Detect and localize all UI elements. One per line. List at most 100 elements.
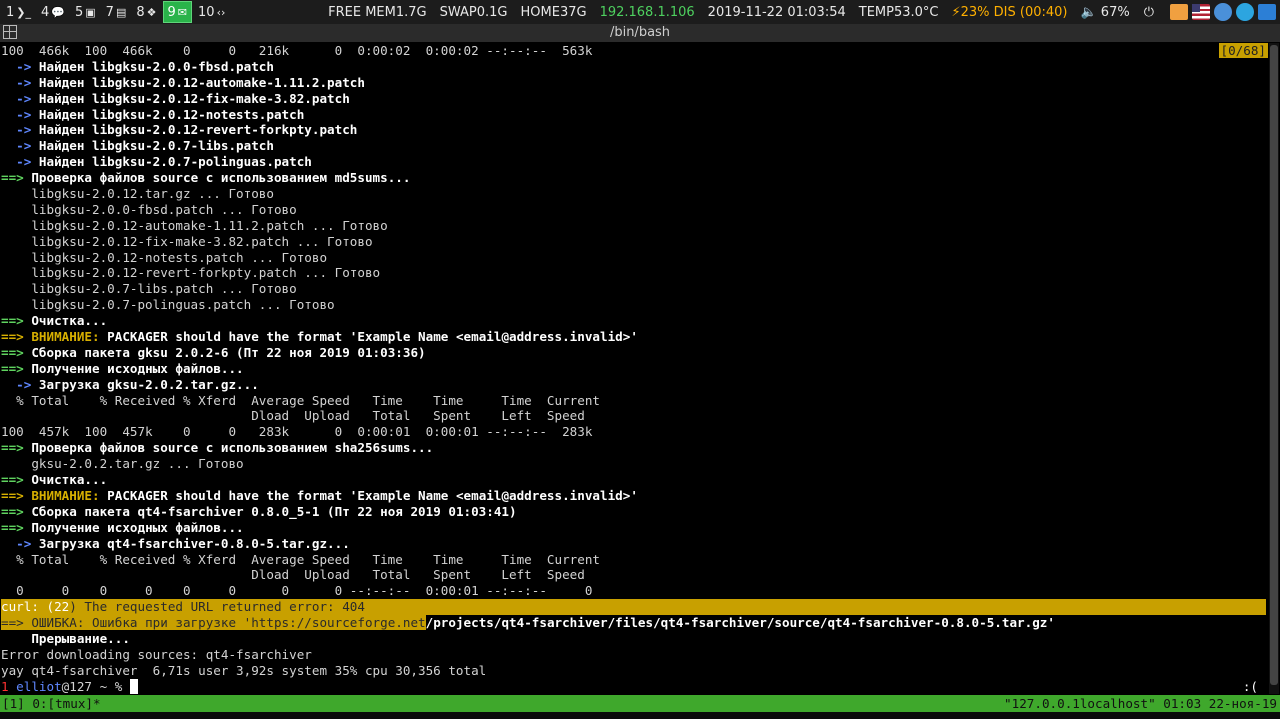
terminal-line: 100 457k 100 457k 0 0 283k 0 0:00:01 0:0… xyxy=(1,424,1266,440)
workspace-9[interactable]: 9 ✉ xyxy=(162,1,193,23)
terminal-output[interactable]: 100 466k 100 466k 0 0 216k 0 0:00:02 0:0… xyxy=(1,43,1266,694)
terminal-text: ВНИМАНИЕ: xyxy=(31,487,108,503)
terminal-line: ==> ВНИМАНИЕ: PACKAGER should have the f… xyxy=(1,488,1266,504)
power-icon[interactable]: ⏻ xyxy=(1144,5,1154,20)
terminal-text: ОШИБКА: Ошибка при загрузке 'https://sou… xyxy=(31,615,426,631)
temperature-indicator: TEMP53.0°C xyxy=(858,4,939,20)
terminal-line: libgksu-2.0.0-fbsd.patch ... Готово xyxy=(1,202,1266,218)
terminal-text: Проверка файлов source с использованием … xyxy=(31,170,411,186)
system-tray xyxy=(1166,3,1280,21)
terminal-line: ==> Проверка файлов source с использован… xyxy=(1,440,1266,456)
scrollback-counter: [0/68] xyxy=(1218,43,1268,58)
terminal-text: Найден libgksu-2.0.12-fix-make-3.82.patc… xyxy=(38,90,350,106)
network-icon[interactable] xyxy=(1214,3,1232,21)
workspace-7[interactable]: 7 ▤ xyxy=(102,1,131,23)
app-tray-icon[interactable] xyxy=(1170,4,1188,20)
terminal-text: libgksu-2.0.0-fbsd.patch ... Готово xyxy=(1,201,297,217)
workspace-number: 8 xyxy=(136,4,145,20)
terminal-text: ==> xyxy=(1,615,32,631)
workspace-5[interactable]: 5 ▣ xyxy=(71,1,100,23)
terminal-text: libgksu-2.0.12-fix-make-3.82.patch ... Г… xyxy=(1,233,373,249)
terminal-text: Прерывание... xyxy=(1,630,130,646)
workspace-10[interactable]: 10 ‹› xyxy=(194,1,229,23)
terminal-line: ==> Проверка файлов source с использован… xyxy=(1,170,1266,186)
workspace-number: 1 xyxy=(6,4,15,20)
terminal-text: ==> xyxy=(1,503,32,519)
terminal-line: gksu-2.0.2.tar.gz ... Готово xyxy=(1,456,1266,472)
workspace-8[interactable]: 8 ❖ xyxy=(132,1,160,23)
prompt-right-status: :( xyxy=(1242,679,1258,694)
terminal-line: -> Найден libgksu-2.0.12-fix-make-3.82.p… xyxy=(1,91,1266,107)
tmux-status-bar: [1] 0:[tmux]* "127.0.0.1localhost" 01:03… xyxy=(0,695,1280,712)
terminal-text: /projects/qt4-fsarchiver/files/qt4-fsarc… xyxy=(425,615,1055,631)
us-flag-icon[interactable] xyxy=(1192,4,1210,20)
terminal-text: % Total % Received % Xferd Average Speed… xyxy=(1,392,600,408)
terminal-scrollbar[interactable] xyxy=(1269,43,1279,694)
terminal-text: Проверка файлов source с использованием … xyxy=(31,440,434,456)
terminal-text: libgksu-2.0.12.tar.gz ... Готово xyxy=(1,186,274,202)
terminal-line: Dload Upload Total Spent Left Speed xyxy=(1,408,1266,424)
terminal-line: -> Найден libgksu-2.0.12-notests.patch xyxy=(1,107,1266,123)
terminal-line: Прерывание... xyxy=(1,631,1266,647)
terminal-text: ==> xyxy=(1,440,32,456)
terminal-line: libgksu-2.0.7-polinguas.patch ... Готово xyxy=(1,297,1266,313)
terminal-text: -> xyxy=(1,106,39,122)
terminal-text: libgksu-2.0.12-notests.patch ... Готово xyxy=(1,249,328,265)
terminal-text: yay qt4-fsarchiver 6,71s user 3,92s syst… xyxy=(1,662,487,678)
terminal-text: Загрузка gksu-2.0.2.tar.gz... xyxy=(38,376,259,392)
home-disk-indicator: HOME37G xyxy=(520,4,587,20)
terminal-line: ==> Получение исходных файлов... xyxy=(1,520,1266,536)
terminal-line: % Total % Received % Xferd Average Speed… xyxy=(1,552,1266,568)
terminal-line: libgksu-2.0.7-libs.patch ... Готово xyxy=(1,281,1266,297)
tmux-window-list[interactable]: [1] 0:[tmux]* xyxy=(2,695,101,712)
free-memory-indicator: FREE MEM1.7G xyxy=(328,4,427,20)
workspace-number: 5 xyxy=(74,4,84,20)
terminal-text: ==> xyxy=(1,344,32,360)
terminal-text: elliot xyxy=(16,678,62,694)
mail-icon: ✉ xyxy=(177,5,188,19)
terminal-text: -> xyxy=(1,58,39,74)
terminal-line: libgksu-2.0.12-fix-make-3.82.patch ... Г… xyxy=(1,234,1266,250)
document-icon: ▤ xyxy=(115,5,127,19)
terminal-line: 0 0 0 0 0 0 0 0 --:--:-- 0:00:01 --:--:-… xyxy=(1,583,1266,599)
terminal-line: 100 466k 100 466k 0 0 216k 0 0:00:02 0:0… xyxy=(1,43,1266,59)
clock[interactable]: 2019-11-22 01:03:54 xyxy=(708,5,846,20)
terminal-line: -> Загрузка gksu-2.0.2.tar.gz... xyxy=(1,377,1266,393)
workspace-switcher: 1 ❯_ 4 💬 5 ▣ 7 ▤ 8 ❖ 9 ✉ 10 ‹› xyxy=(2,1,231,23)
workspace-4[interactable]: 4 💬 xyxy=(37,1,69,23)
terminal-text: libgksu-2.0.12-revert-forkpty.patch ... … xyxy=(1,265,381,281)
terminal-text: 100 466k 100 466k 0 0 216k 0 0:00:02 0:0… xyxy=(1,43,593,58)
terminal-line: -> Загрузка qt4-fsarchiver-0.8.0-5.tar.g… xyxy=(1,536,1266,552)
terminal-text: 100 457k 100 457k 0 0 283k 0 0:00:01 0:0… xyxy=(1,424,593,440)
terminal-text: libgksu-2.0.7-polinguas.patch ... Готово xyxy=(1,297,335,313)
terminal-text: gksu-2.0.2.tar.gz ... Готово xyxy=(1,456,244,472)
terminal-text: libgksu-2.0.12-automake-1.11.2.patch ...… xyxy=(1,217,388,233)
telegram-icon[interactable] xyxy=(1236,3,1254,21)
terminal-text: 0 0 0 0 0 0 0 0 --:--:-- 0:00:01 --:--:-… xyxy=(1,583,593,599)
terminal-text: -> xyxy=(1,74,39,90)
terminal-text: -> xyxy=(1,90,39,106)
terminal-text: libgksu-2.0.7-libs.patch ... Готово xyxy=(1,281,297,297)
volume-indicator[interactable]: 🔈 67% xyxy=(1080,5,1129,20)
terminal-text: ==> xyxy=(1,313,32,329)
workspace-number: 4 xyxy=(41,4,50,20)
window-titlebar: /bin/bash xyxy=(0,24,1280,42)
terminal-line: Dload Upload Total Spent Left Speed xyxy=(1,567,1266,583)
image-icon: ▣ xyxy=(85,5,96,19)
scrollbar-thumb[interactable] xyxy=(1270,45,1278,685)
battery-indicator[interactable]: ⚡23% DIS (00:40) xyxy=(951,5,1067,20)
terminal-text: curl: (22 xyxy=(1,599,70,615)
workspace-number: 9 xyxy=(167,4,176,20)
terminal-text: ) The requested URL returned error: 404 xyxy=(69,599,365,615)
top-panel: 1 ❯_ 4 💬 5 ▣ 7 ▤ 8 ❖ 9 ✉ 10 ‹› FREE MEM1.7G SWAP0.1G … xyxy=(0,0,1280,24)
bottom-edge xyxy=(0,712,1280,719)
terminal-text: Найден libgksu-2.0.12-revert-forkpty.pat… xyxy=(38,122,358,138)
terminal-text: ==> xyxy=(1,472,32,488)
terminal-text: Сборка пакета qt4-fsarchiver 0.8.0_5-1 (… xyxy=(31,503,517,519)
terminal-line: ==> Получение исходных файлов... xyxy=(1,361,1266,377)
terminal-text: -> xyxy=(1,138,39,154)
app-tray-icon-2[interactable] xyxy=(1258,4,1276,20)
workspace-1[interactable]: 1 ❯_ xyxy=(2,1,35,23)
terminal-line: ==> Очистка... xyxy=(1,313,1266,329)
terminal-text: Получение исходных файлов... xyxy=(31,360,244,376)
